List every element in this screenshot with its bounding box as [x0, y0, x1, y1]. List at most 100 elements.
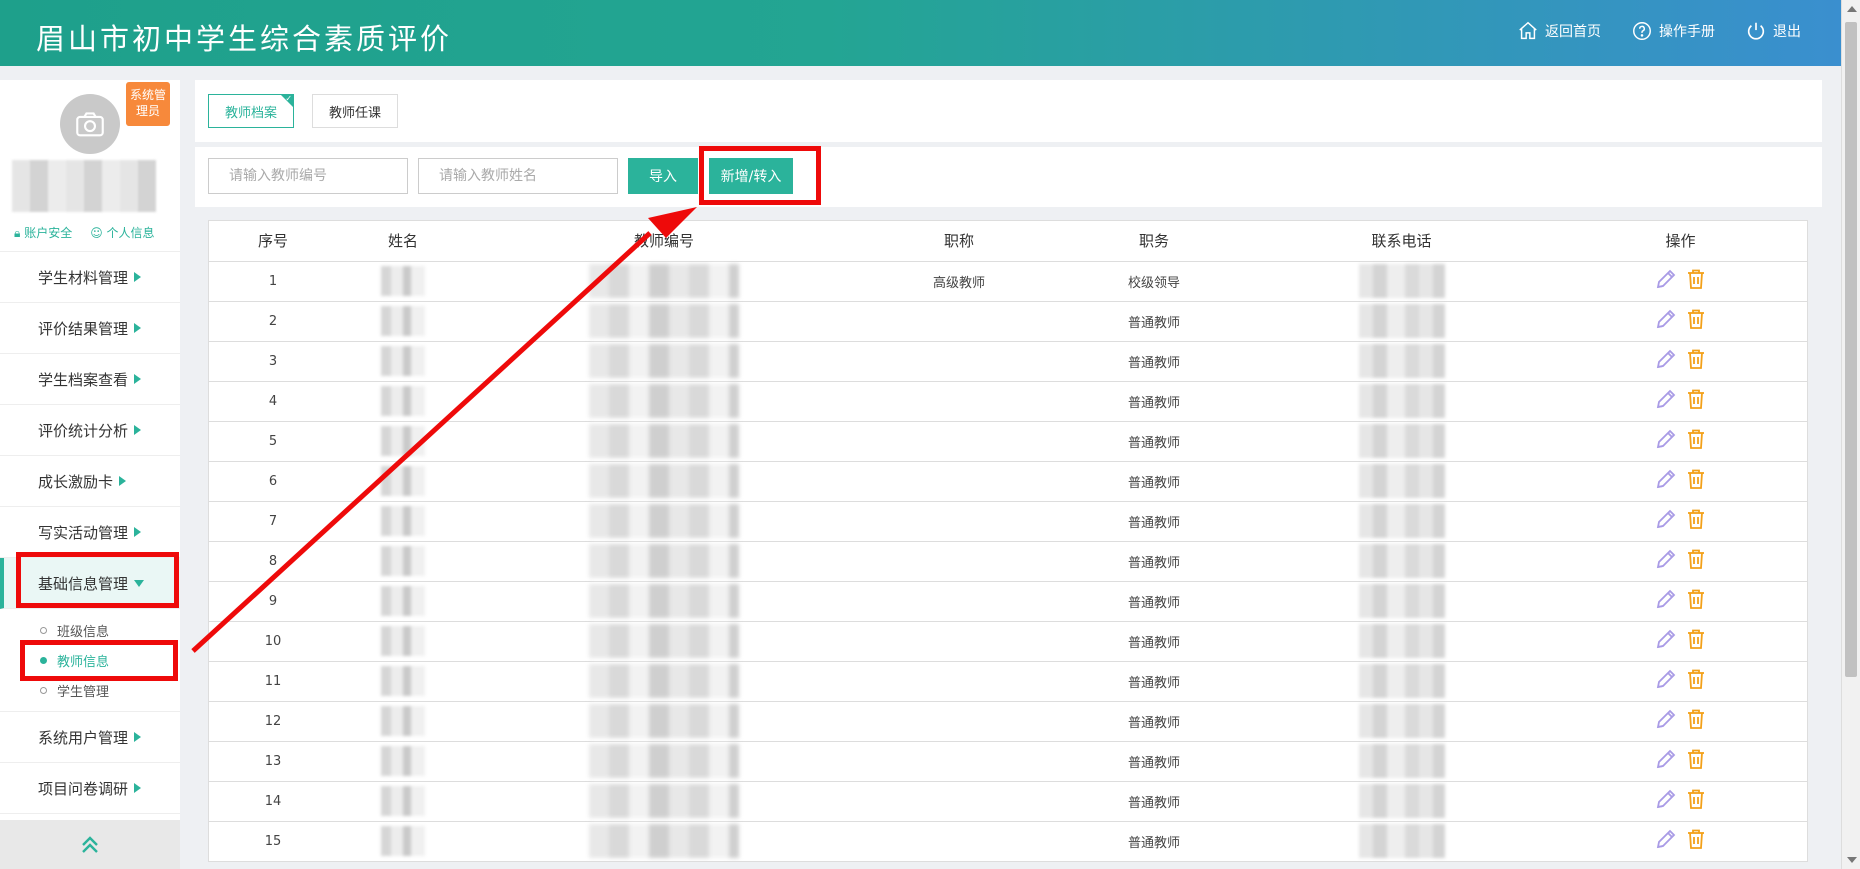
table-row: 9 普通教师 — [209, 581, 1807, 622]
edit-icon[interactable] — [1654, 787, 1678, 811]
delete-icon[interactable] — [1684, 467, 1708, 491]
edit-icon[interactable] — [1654, 387, 1678, 411]
edit-icon[interactable] — [1654, 507, 1678, 531]
personal-info-link[interactable]: ☺ 个人信息 — [90, 224, 154, 241]
teacher-id-input[interactable] — [208, 158, 408, 194]
role-badge: 系统管理员 — [126, 82, 170, 126]
edit-icon[interactable] — [1654, 547, 1678, 571]
delete-icon[interactable] — [1684, 707, 1708, 731]
edit-icon[interactable] — [1654, 747, 1678, 771]
cell-actions — [1554, 781, 1807, 822]
table-body: 1 高级教师 校级领导 2 普通教师 3 普通教师 4 普通教师 5 普通教师 6 普通教师 7 普通教师 8… — [209, 261, 1807, 861]
redacted-phone — [1358, 384, 1445, 418]
cell-name — [337, 341, 469, 382]
col-position-header[interactable]: 职务 — [1059, 221, 1249, 262]
edit-icon[interactable] — [1654, 307, 1678, 331]
edit-icon[interactable] — [1654, 707, 1678, 731]
cell-index: 2 — [209, 301, 337, 342]
logout-link[interactable]: 退出 — [1745, 20, 1801, 42]
cell-actions — [1554, 261, 1807, 302]
logout-link-label: 退出 — [1773, 24, 1801, 40]
teacher-name-input[interactable] — [418, 158, 618, 194]
home-link[interactable]: 返回首页 — [1517, 20, 1601, 42]
edit-icon[interactable] — [1654, 347, 1678, 371]
redacted-name — [381, 546, 425, 576]
scrollbar-thumb[interactable] — [1845, 22, 1857, 677]
col-name-header[interactable]: 姓名 — [337, 221, 469, 262]
cell-position: 校级领导 — [1059, 261, 1249, 302]
sidebar-collapse-button[interactable] — [0, 820, 180, 869]
edit-icon[interactable] — [1654, 627, 1678, 651]
cell-name — [337, 621, 469, 662]
edit-icon[interactable] — [1654, 427, 1678, 451]
account-security-link[interactable]: 🔒︎ 账户安全 — [14, 224, 72, 241]
cell-name — [337, 581, 469, 622]
cell-phone — [1249, 581, 1554, 622]
edit-icon[interactable] — [1654, 267, 1678, 291]
tab-teacher-archive[interactable]: 教师档案 ✓ — [208, 94, 295, 128]
redacted-name — [381, 346, 425, 376]
delete-icon[interactable] — [1684, 547, 1708, 571]
menu-student-archives[interactable]: 学生档案查看 — [0, 354, 180, 405]
avatar[interactable] — [60, 94, 120, 154]
cell-index: 3 — [209, 341, 337, 382]
menu-student-materials[interactable]: 学生材料管理 — [0, 252, 180, 303]
menu-activities[interactable]: 写实活动管理 — [0, 507, 180, 558]
menu-evaluation-results[interactable]: 评价结果管理 — [0, 303, 180, 354]
cell-actions — [1554, 581, 1807, 622]
cell-teacher-id — [469, 821, 859, 861]
cell-name — [337, 301, 469, 342]
cell-position: 普通教师 — [1059, 621, 1249, 662]
menu-growth-cards[interactable]: 成长激励卡 — [0, 456, 180, 507]
import-button[interactable]: 导入 — [628, 158, 698, 194]
cell-teacher-id — [469, 701, 859, 742]
check-icon: ✓ — [285, 94, 293, 103]
scroll-up-icon[interactable] — [1847, 6, 1857, 12]
edit-icon[interactable] — [1654, 667, 1678, 691]
delete-icon[interactable] — [1684, 267, 1708, 291]
cell-phone — [1249, 381, 1554, 422]
page-scrollbar[interactable] — [1841, 0, 1860, 869]
cell-actions — [1554, 621, 1807, 662]
delete-icon[interactable] — [1684, 667, 1708, 691]
delete-icon[interactable] — [1684, 587, 1708, 611]
manual-link[interactable]: 操作手册 — [1631, 20, 1715, 42]
username-redacted — [12, 160, 156, 212]
menu-surveys[interactable]: 项目问卷调研 — [0, 763, 180, 814]
cell-teacher-id — [469, 501, 859, 542]
col-phone-header[interactable]: 联系电话 — [1249, 221, 1554, 262]
redacted-phone — [1358, 464, 1445, 498]
col-teacher-id-header[interactable]: 教师编号 — [469, 221, 859, 262]
delete-icon[interactable] — [1684, 347, 1708, 371]
menu-statistics[interactable]: 评价统计分析 — [0, 405, 180, 456]
cell-position: 普通教师 — [1059, 501, 1249, 542]
table-row: 8 普通教师 — [209, 541, 1807, 582]
delete-icon[interactable] — [1684, 387, 1708, 411]
menu-system-users[interactable]: 系统用户管理 — [0, 712, 180, 763]
cell-actions — [1554, 701, 1807, 742]
edit-icon[interactable] — [1654, 827, 1678, 851]
cell-title — [859, 781, 1059, 822]
delete-icon[interactable] — [1684, 627, 1708, 651]
cell-title — [859, 301, 1059, 342]
cell-actions — [1554, 341, 1807, 382]
annotation-box-teacher-info — [20, 640, 178, 681]
cell-index: 8 — [209, 541, 337, 582]
cell-index: 5 — [209, 421, 337, 462]
col-title-header[interactable]: 职称 — [859, 221, 1059, 262]
delete-icon[interactable] — [1684, 787, 1708, 811]
expand-arrow-icon — [134, 783, 142, 793]
expand-arrow-icon — [134, 732, 142, 742]
tab-teacher-courses[interactable]: 教师任课 — [312, 94, 399, 128]
scroll-down-icon[interactable] — [1847, 857, 1857, 863]
delete-icon[interactable] — [1684, 507, 1708, 531]
col-index-header[interactable]: 序号 — [209, 221, 337, 262]
redacted-teacher-id — [589, 504, 739, 538]
delete-icon[interactable] — [1684, 427, 1708, 451]
edit-icon[interactable] — [1654, 467, 1678, 491]
delete-icon[interactable] — [1684, 827, 1708, 851]
delete-icon[interactable] — [1684, 747, 1708, 771]
edit-icon[interactable] — [1654, 587, 1678, 611]
top-header: 眉山市初中学生综合素质评价 返回首页 操作手册 退出 — [0, 0, 1841, 66]
delete-icon[interactable] — [1684, 307, 1708, 331]
